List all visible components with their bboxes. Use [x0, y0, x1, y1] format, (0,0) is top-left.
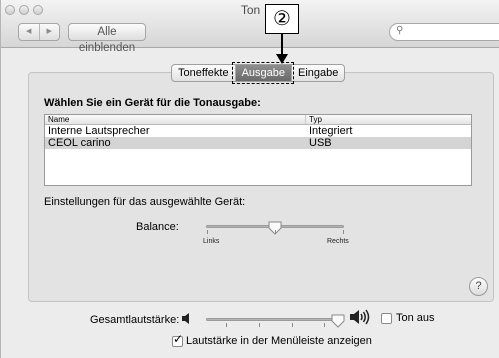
chevron-right-icon[interactable]: ▶ [38, 24, 60, 40]
speaker-low-icon [182, 313, 189, 324]
device-name: CEOL carino [48, 137, 111, 149]
tab-ausgabe[interactable]: Ausgabe [231, 62, 295, 84]
sound-preferences-window: Ton ◀ ▶ Alle einblenden ⚲ Toneffekte Aus… [0, 0, 499, 358]
search-icon: ⚲ [396, 25, 404, 36]
table-row[interactable]: Interne Lautsprecher Integriert [45, 125, 471, 137]
mute-checkbox[interactable] [381, 313, 392, 324]
show-in-menubar-label: Lautstärke in der Menüleiste anzeigen [186, 335, 372, 347]
mute-label: Ton aus [396, 312, 435, 324]
volume-tick [259, 323, 260, 327]
callout-number: ② [265, 4, 299, 34]
window-title: Ton [240, 3, 261, 17]
callout-arrow-head [276, 54, 288, 64]
device-settings-label: Einstellungen für das ausgewählte Gerät: [44, 196, 246, 208]
back-forward-control: ◀ ▶ [18, 23, 60, 41]
device-type: Integriert [309, 125, 353, 137]
speaker-high-icon [350, 309, 370, 325]
output-heading: Wählen Sie ein Gerät für die Tonausgabe: [44, 97, 261, 109]
column-header-type[interactable]: Typ [306, 115, 322, 124]
volume-slider-track[interactable] [206, 318, 344, 321]
show-all-button[interactable]: Alle einblenden [68, 23, 146, 54]
volume-tick [292, 323, 293, 327]
device-type: USB [309, 137, 332, 149]
table-header: Name Typ [45, 115, 471, 125]
column-header-name[interactable]: Name [45, 115, 306, 124]
table-row[interactable]: CEOL carino USB [45, 137, 471, 149]
tab-bar: Toneffekte Ausgabe Eingabe [171, 62, 346, 84]
callout-arrow-line [281, 34, 283, 55]
show-in-menubar-checkbox[interactable]: ✓ [172, 332, 184, 347]
balance-label: Balance: [136, 221, 179, 233]
tab-eingabe[interactable]: Eingabe [291, 65, 344, 81]
volume-tick [226, 323, 227, 327]
volume-tick [324, 323, 325, 327]
volume-label: Gesamtlautstärke: [90, 314, 180, 326]
balance-tick [207, 230, 208, 234]
help-button[interactable]: ? [469, 277, 488, 296]
output-device-table: Name Typ Interne Lautsprecher Integriert… [44, 114, 472, 186]
tab-toneffekte[interactable]: Toneffekte [172, 65, 235, 81]
volume-slider-thumb[interactable] [331, 314, 345, 328]
balance-tick [275, 230, 276, 234]
title-bar: Ton ◀ ▶ Alle einblenden ⚲ [1, 0, 499, 54]
chevron-left-icon[interactable]: ◀ [19, 24, 39, 40]
checkmark-icon: ✓ [173, 332, 184, 346]
search-input[interactable]: ⚲ [389, 23, 499, 41]
balance-right-label: Rechts [327, 238, 349, 245]
balance-left-label: Links [203, 238, 220, 245]
balance-tick [343, 230, 344, 234]
device-name: Interne Lautsprecher [48, 125, 150, 137]
